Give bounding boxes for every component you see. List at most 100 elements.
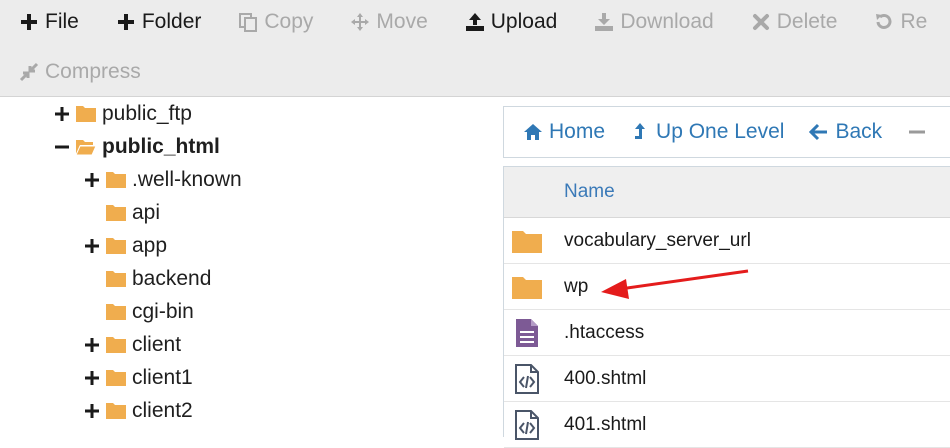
expand-icon[interactable]: [85, 238, 99, 253]
home-label: Home: [549, 120, 606, 143]
folder-icon: [512, 276, 542, 299]
tree-item[interactable]: client: [85, 328, 181, 361]
delete-icon: [752, 14, 769, 30]
move-label: Move: [376, 10, 428, 33]
file-name: 401.shtml: [564, 413, 647, 435]
arrow-left-icon: [809, 123, 828, 141]
file-navigation-bar: Home Up One Level Back: [503, 106, 950, 158]
tree-item[interactable]: .well-known: [85, 163, 242, 196]
directory-tree: public_ftp public_html .well-known api app ba…: [0, 97, 490, 426]
restore-button[interactable]: Re: [874, 10, 927, 34]
copy-button[interactable]: Copy: [238, 10, 313, 34]
folder-icon: [106, 238, 126, 254]
tree-item[interactable]: client2: [85, 394, 193, 426]
toolbar-row-1: File Folder Copy Move Upload Download De…: [0, 0, 945, 44]
new-file-button[interactable]: File: [19, 10, 79, 34]
tree-item-label: app: [132, 233, 168, 257]
file-list-header: Name: [504, 167, 950, 218]
upload-button[interactable]: Upload: [465, 10, 558, 34]
tree-item[interactable]: app: [85, 229, 167, 262]
code-file-icon: [515, 363, 539, 394]
copy-icon: [239, 13, 258, 32]
expand-icon[interactable]: [55, 106, 69, 121]
download-icon: [595, 13, 614, 31]
tree-item-label: client2: [132, 398, 193, 422]
file-row[interactable]: wp: [504, 264, 950, 310]
toolbar-row-2: Compress: [0, 50, 159, 94]
new-file-label: File: [45, 10, 79, 33]
back-label: Back: [835, 120, 883, 143]
tree-item-label: .well-known: [132, 167, 242, 191]
plus-icon: [21, 14, 37, 30]
folder-icon: [106, 172, 126, 188]
file-row[interactable]: 400.shtml: [504, 356, 950, 402]
up-one-level-label: Up One Level: [656, 120, 785, 143]
file-list-body: vocabulary_server_urlwp .htaccess 400.shtm…: [504, 218, 950, 448]
folder-icon: [106, 337, 126, 353]
tree-item-label: cgi-bin: [132, 299, 194, 323]
tree-item-label: public_ftp: [102, 101, 192, 125]
compress-label: Compress: [45, 60, 141, 83]
new-folder-button[interactable]: Folder: [116, 10, 202, 34]
tree-item[interactable]: client1: [85, 361, 193, 394]
up-one-level-button[interactable]: Up One Level: [630, 120, 784, 144]
code-file-icon: [510, 363, 544, 395]
tree-item[interactable]: public_html: [55, 130, 220, 163]
file-row[interactable]: 401.shtml: [504, 402, 950, 448]
folder-icon: [106, 304, 126, 320]
tree-item-label: client: [132, 332, 182, 356]
tree-item-label: api: [132, 200, 161, 224]
text-file-icon: [510, 317, 544, 349]
tree-item[interactable]: api: [85, 196, 160, 229]
move-button[interactable]: Move: [350, 10, 428, 34]
expand-icon[interactable]: [85, 370, 99, 385]
download-button[interactable]: Download: [594, 10, 714, 34]
file-name: wp: [564, 275, 589, 297]
folder-icon: [510, 271, 544, 303]
tree-item-label: backend: [132, 266, 212, 290]
home-button[interactable]: Home: [523, 120, 605, 144]
text-file-icon: [516, 318, 538, 347]
tree-item-label: client1: [132, 365, 193, 389]
file-row[interactable]: vocabulary_server_url: [504, 218, 950, 264]
expand-icon[interactable]: [85, 403, 99, 418]
code-file-icon: [515, 409, 539, 440]
code-file-icon: [510, 409, 544, 441]
forward-button[interactable]: [907, 122, 927, 142]
folder-icon: [106, 271, 126, 287]
new-folder-label: Folder: [141, 10, 202, 33]
expand-icon[interactable]: [85, 172, 99, 187]
file-list-table: Name vocabulary_server_urlwp .htaccess 400…: [503, 166, 950, 448]
tree-item-label: public_html: [102, 134, 220, 158]
arrow-right-icon: [909, 130, 926, 134]
expand-icon[interactable]: [85, 337, 99, 352]
file-name: .htaccess: [564, 321, 645, 343]
folder-icon: [76, 106, 96, 122]
tree-item[interactable]: cgi-bin: [85, 295, 194, 328]
download-label: Download: [620, 10, 714, 33]
collapse-icon[interactable]: [55, 140, 69, 154]
file-name: vocabulary_server_url: [564, 229, 751, 251]
compress-icon: [19, 62, 39, 82]
folder-icon: [106, 403, 126, 419]
delete-label: Delete: [776, 10, 838, 33]
tree-item[interactable]: public_ftp: [55, 97, 192, 130]
home-icon: [524, 124, 542, 140]
folder-icon: [106, 370, 126, 386]
copy-label: Copy: [264, 10, 314, 33]
folder-open-icon: [75, 140, 97, 156]
compress-button[interactable]: Compress: [19, 60, 141, 84]
restore-label: Re: [900, 10, 928, 33]
restore-icon: [876, 14, 892, 29]
file-row[interactable]: .htaccess: [504, 310, 950, 356]
folder-icon: [512, 230, 542, 253]
tree-item[interactable]: backend: [85, 262, 211, 295]
plus-icon: [117, 14, 134, 30]
upload-label: Upload: [490, 10, 558, 33]
name-column-header[interactable]: Name: [564, 181, 615, 203]
folder-icon: [106, 205, 126, 221]
file-name: 400.shtml: [564, 367, 647, 389]
delete-button[interactable]: Delete: [751, 10, 838, 34]
move-icon: [351, 13, 370, 31]
back-button[interactable]: Back: [809, 120, 882, 144]
